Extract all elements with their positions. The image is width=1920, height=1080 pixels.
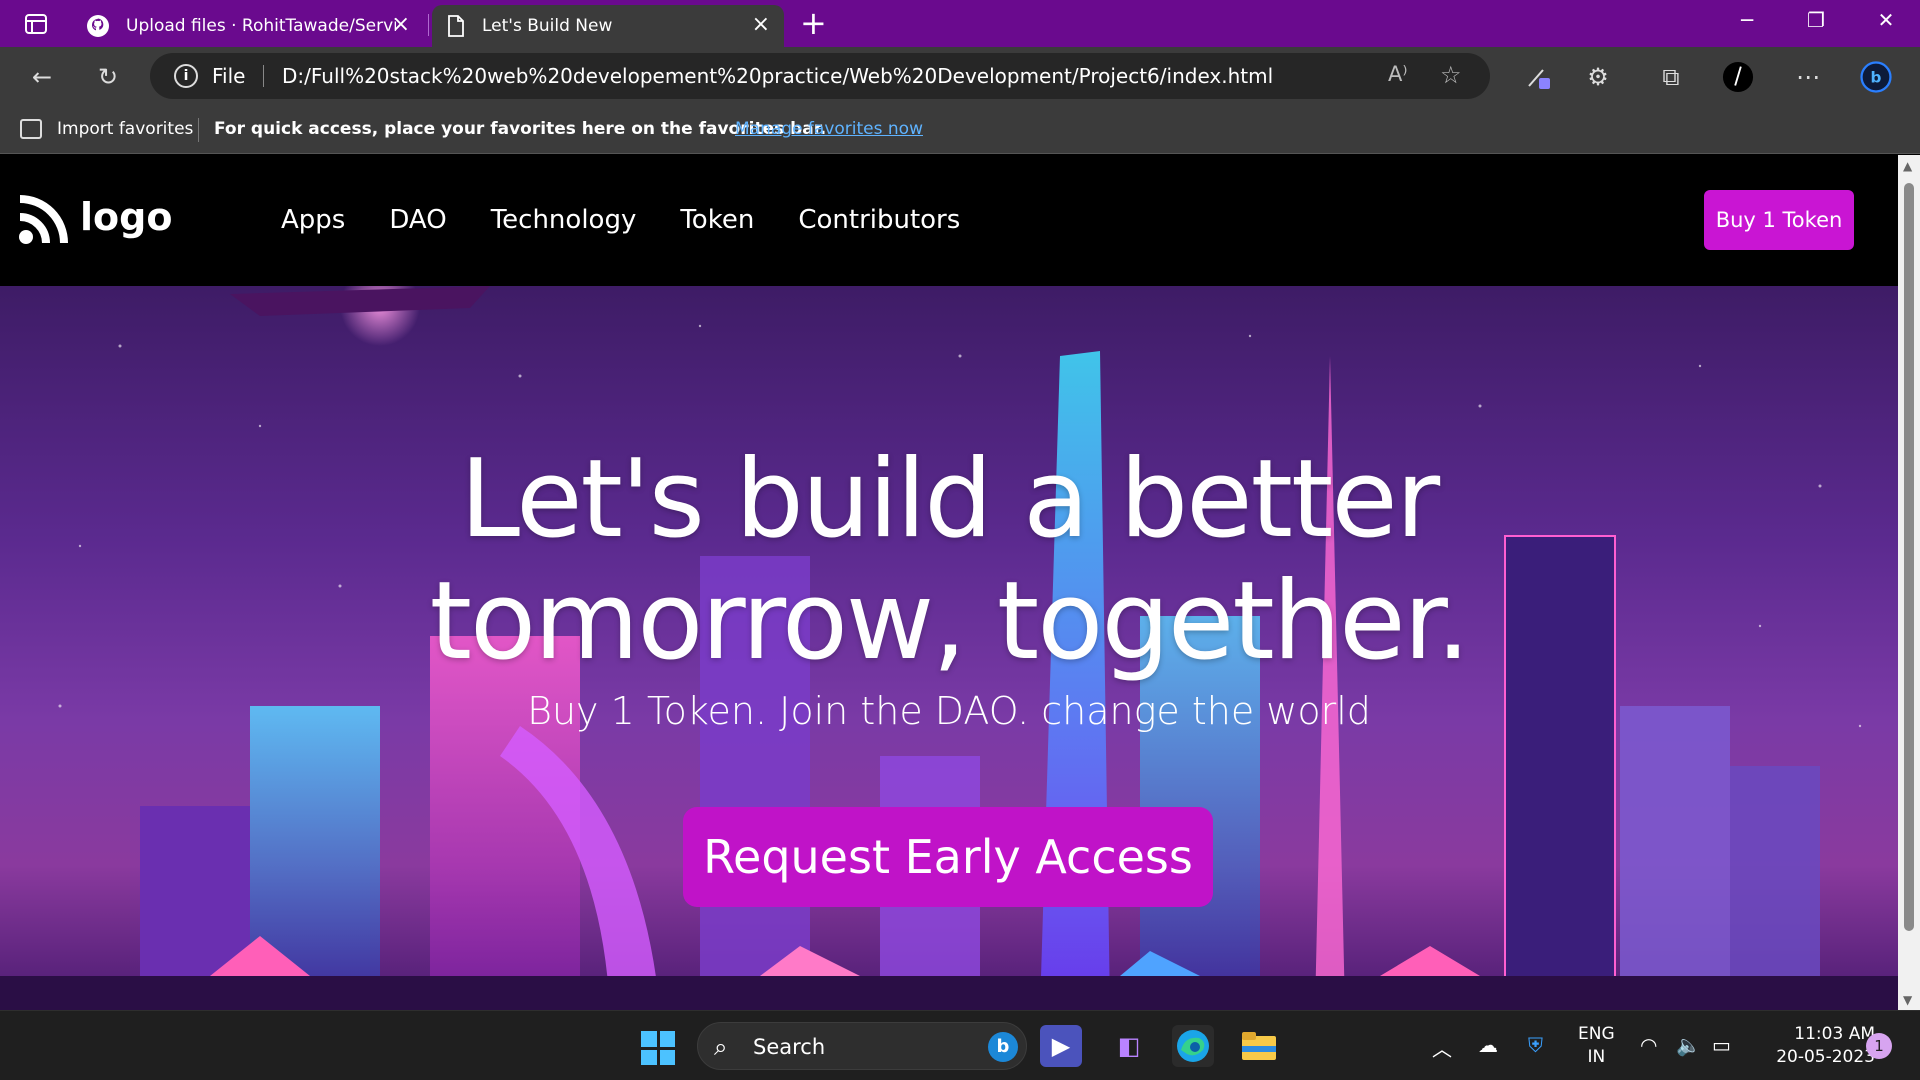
site-navbar: logo Apps DAO Technology Token Contribut… (0, 155, 1898, 286)
page-scrollbar[interactable]: ▲ ▼ (1898, 155, 1920, 1010)
tab-separator (428, 14, 429, 36)
tab-title: Upload files · RohitTawade/Servic (126, 16, 396, 36)
show-hidden-icons-chevron[interactable]: ︿ (1432, 1033, 1452, 1062)
scroll-up-icon[interactable]: ▲ (1903, 159, 1912, 173)
restore-icon[interactable]: ❐ (1796, 8, 1836, 32)
close-window-icon[interactable]: ✕ (1866, 8, 1906, 32)
bing-icon[interactable]: b (988, 1032, 1018, 1062)
tab-upload-files[interactable]: Upload files · RohitTawade/Servic × (72, 5, 424, 47)
site-nav-links: Apps DAO Technology Token Contributors (281, 205, 1004, 235)
site-info-icon[interactable]: i (174, 64, 198, 88)
hero-subtitle: Buy 1 Token. Join the DAO. change the wo… (527, 689, 1371, 733)
nav-link-apps[interactable]: Apps (281, 205, 345, 235)
tab-actions-icon[interactable] (18, 11, 52, 37)
tab-title: Let's Build New (482, 16, 613, 36)
collections-icon[interactable]: ⧉ (1655, 61, 1687, 93)
url-text[interactable]: D:/Full%20stack%20web%20developement%20p… (282, 64, 1273, 88)
taskbar-search-label: Search (753, 1035, 826, 1059)
nav-link-contributors[interactable]: Contributors (798, 205, 960, 235)
logo-text[interactable]: logo (80, 195, 172, 239)
scroll-down-icon[interactable]: ▼ (1903, 993, 1912, 1007)
windows-security-icon[interactable]: ⛨ (1528, 1033, 1543, 1057)
refresh-icon[interactable]: ↻ (92, 61, 124, 93)
hero-title-line2: tomorrow, together. (429, 559, 1471, 684)
back-arrow-icon[interactable]: ← (26, 61, 58, 93)
search-icon: ⌕ (714, 1033, 728, 1061)
onedrive-error-icon[interactable]: ☁ (1478, 1033, 1498, 1057)
notification-badge[interactable]: 1 (1866, 1033, 1892, 1059)
request-early-access-button[interactable]: Request Early Access (683, 807, 1213, 907)
nav-link-token[interactable]: Token (680, 205, 754, 235)
wifi-icon[interactable]: ◠ (1640, 1033, 1657, 1057)
scheme-label: File (212, 64, 246, 88)
language-region: IN (1587, 1047, 1606, 1067)
add-favorite-icon[interactable]: ☆ (1440, 61, 1462, 89)
tab-close-icon[interactable]: × (752, 14, 770, 36)
address-bar[interactable]: i File D:/Full%20stack%20web%20developem… (150, 53, 1490, 99)
manage-favorites-link[interactable]: Manage favorites now (735, 119, 923, 139)
read-aloud-icon[interactable]: A⁾ (1388, 62, 1408, 86)
windows-taskbar: ⌕ Search b ▶ ◧ ︿ ☁ ⛨ ENG IN ◠ 🔈 ▭ 11:03 … (0, 1010, 1920, 1080)
language-indicator[interactable]: ENG IN (1578, 1023, 1615, 1069)
file-explorer-icon[interactable] (1238, 1025, 1280, 1067)
page-viewport: logo Apps DAO Technology Token Contribut… (0, 155, 1898, 1010)
browser-toolbar: ← ↻ i File D:/Full%20stack%20web%20devel… (0, 47, 1920, 106)
more-menu-icon[interactable]: ⋯ (1792, 61, 1824, 93)
browser-tab-strip: Upload files · RohitTawade/Servic × Let'… (0, 0, 1920, 47)
clock-time: 11:03 AM (1794, 1024, 1875, 1044)
clock-date: 20-05-2023 (1776, 1047, 1875, 1067)
import-favorites-button[interactable]: Import favorites (57, 119, 193, 139)
tab-lets-build-new[interactable]: Let's Build New × (432, 5, 784, 47)
visual-studio-icon[interactable]: ◧ (1108, 1025, 1150, 1067)
new-tab-button[interactable]: + (800, 6, 827, 40)
profile-avatar[interactable] (1722, 61, 1754, 93)
extensions-icon[interactable]: ⚙ (1582, 61, 1614, 93)
import-favorites-icon[interactable] (20, 119, 42, 139)
favorites-divider (198, 118, 199, 142)
edge-browser-icon[interactable] (1172, 1025, 1214, 1067)
nav-link-dao[interactable]: DAO (389, 205, 446, 235)
buy-token-button[interactable]: Buy 1 Token (1704, 190, 1854, 250)
hero-title-line1: Let's build a better (459, 437, 1440, 562)
battery-icon[interactable]: ▭ (1712, 1033, 1731, 1057)
nav-link-technology[interactable]: Technology (491, 205, 637, 235)
favorites-bar: Import favorites For quick access, place… (0, 106, 1920, 154)
hero-section: Let's build a better tomorrow, together.… (0, 286, 1898, 1010)
teams-chat-icon[interactable]: ▶ (1040, 1025, 1082, 1067)
minimize-icon[interactable]: ─ (1727, 8, 1767, 32)
github-icon (87, 15, 109, 37)
taskbar-search[interactable]: ⌕ Search b (697, 1022, 1027, 1070)
svg-text:b: b (1871, 68, 1882, 86)
bing-copilot-icon[interactable]: b (1860, 61, 1892, 93)
windows-start-icon[interactable] (641, 1031, 675, 1065)
language-code: ENG (1578, 1024, 1615, 1044)
page-icon (448, 15, 464, 37)
taskbar-clock[interactable]: 11:03 AM 20-05-2023 (1760, 1023, 1875, 1069)
address-divider (263, 65, 264, 87)
tab-close-icon[interactable]: × (392, 14, 410, 36)
scrollbar-thumb[interactable] (1904, 183, 1914, 931)
volume-icon[interactable]: 🔈 (1676, 1033, 1701, 1057)
extension-pin-icon[interactable] (1522, 61, 1554, 93)
logo-rss-icon[interactable] (18, 195, 68, 245)
